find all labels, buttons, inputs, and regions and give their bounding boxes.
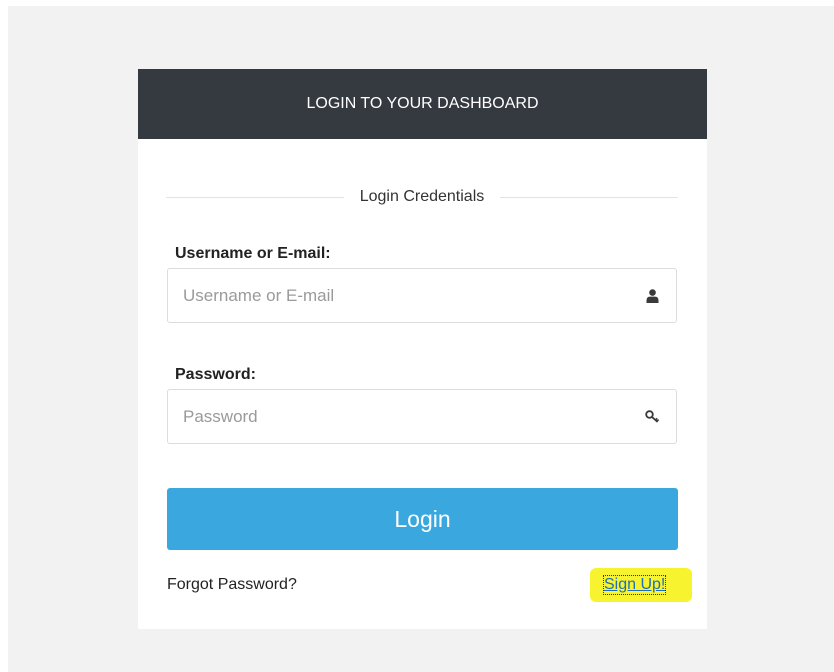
password-input[interactable]: [168, 390, 628, 443]
password-label: Password:: [175, 366, 256, 383]
divider-line-left: [166, 196, 344, 198]
divider-line-right: [500, 196, 678, 198]
signup-highlight-area: Sign Up!: [590, 568, 692, 602]
key-icon: [644, 409, 660, 425]
forgot-password-link[interactable]: Forgot Password?: [167, 576, 297, 594]
username-input[interactable]: [168, 269, 628, 322]
password-field: [167, 389, 677, 444]
login-button[interactable]: Login: [167, 488, 678, 550]
card-header: LOGIN TO YOUR DASHBOARD: [138, 69, 707, 139]
section-divider: Login Credentials: [166, 186, 678, 208]
signup-link[interactable]: Sign Up!: [602, 575, 667, 595]
user-icon: [644, 288, 660, 304]
section-title: Login Credentials: [359, 188, 485, 205]
card-header-title: LOGIN TO YOUR DASHBOARD: [306, 95, 539, 112]
username-label: Username or E-mail:: [175, 245, 331, 262]
username-field: [167, 268, 677, 323]
login-card: LOGIN TO YOUR DASHBOARD Login Credential…: [138, 69, 707, 629]
